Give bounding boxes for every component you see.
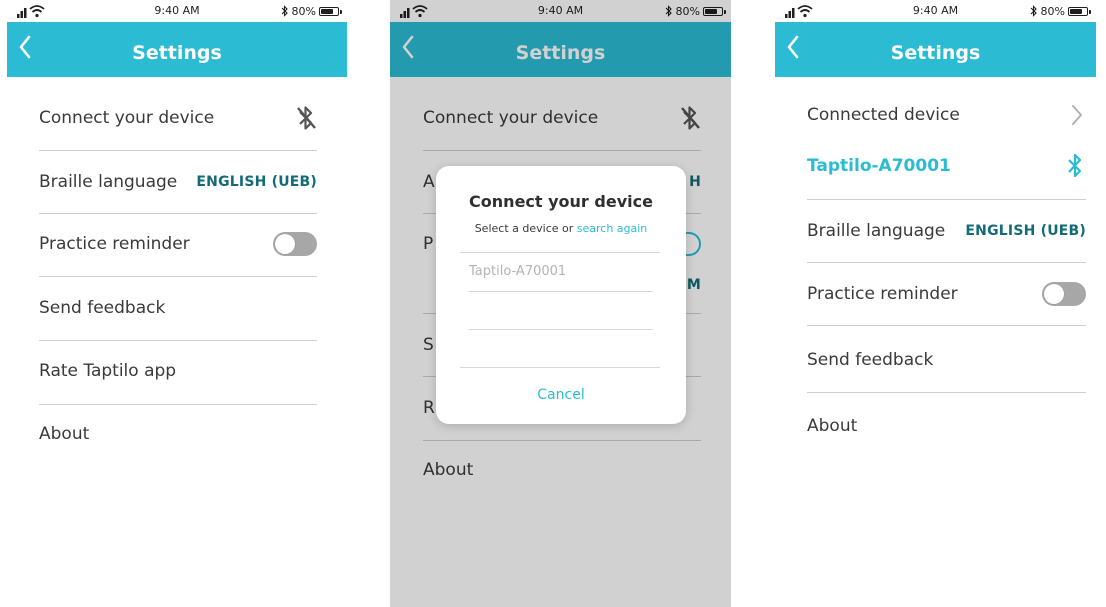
battery-icon — [1068, 6, 1091, 16]
braille-language-value: ENGLISH (UEB) — [965, 223, 1086, 239]
row-label: Braille language — [39, 172, 178, 192]
dialog-subtitle-text: Select a device or — [474, 222, 577, 235]
dialog-subtitle: Select a device or search again — [436, 222, 686, 235]
row-label: Braille language — [807, 221, 946, 241]
status-bar: 9:40 AM 80% — [775, 0, 1096, 22]
row-label: About — [39, 424, 90, 444]
settings-row-practice-reminder: Practice reminder — [39, 229, 317, 259]
settings-screen-connected: 9:40 AM 80% Settings Connected device Ta… — [775, 0, 1096, 607]
device-list-item[interactable]: Taptilo-A70001 — [469, 264, 566, 279]
row-label: Connect your device — [39, 108, 215, 128]
battery-percent: 80% — [291, 4, 316, 18]
header-bar: Settings — [7, 22, 347, 77]
row-label: Send feedback — [807, 350, 934, 370]
settings-screen-modal: 9:40 AM 80% Settings Connect your device… — [390, 0, 731, 607]
settings-row-practice-reminder: Practice reminder — [807, 279, 1086, 309]
row-label: Send feedback — [39, 298, 166, 318]
settings-row-send-feedback[interactable]: Send feedback — [807, 345, 1086, 375]
status-right: 80% — [281, 3, 342, 19]
row-label: Practice reminder — [807, 284, 958, 304]
row-label: Practice reminder — [39, 234, 190, 254]
connected-device-item[interactable]: Taptilo-A70001 — [807, 151, 1084, 181]
practice-reminder-toggle[interactable] — [273, 232, 317, 256]
row-label: About — [807, 416, 858, 436]
braille-language-value: ENGLISH (UEB) — [196, 174, 317, 190]
battery-percent: 80% — [1040, 4, 1065, 18]
settings-row-about[interactable]: About — [39, 419, 317, 449]
settings-row-rate-app[interactable]: Rate Taptilo app — [39, 356, 317, 386]
status-bar: 9:40 AM 80% — [7, 0, 347, 22]
search-again-link[interactable]: search again — [577, 222, 648, 235]
settings-row-connect-device[interactable]: Connect your device — [39, 100, 317, 136]
settings-row-about[interactable]: About — [807, 411, 1086, 441]
page-title: Settings — [132, 42, 222, 64]
practice-reminder-toggle[interactable] — [1042, 282, 1086, 306]
connect-device-dialog: Connect your device Select a device or s… — [436, 166, 686, 424]
settings-row-braille-language[interactable]: Braille language ENGLISH (UEB) — [807, 216, 1086, 246]
battery-icon — [319, 6, 342, 16]
bluetooth-icon — [1068, 153, 1082, 178]
status-right: 80% — [1030, 3, 1091, 19]
settings-row-connected-device[interactable]: Connected device — [807, 100, 1084, 130]
header-bar: Settings — [775, 22, 1096, 77]
row-label: Rate Taptilo app — [39, 361, 177, 381]
bluetooth-status-icon — [1030, 5, 1037, 17]
bluetooth-disabled-icon — [297, 106, 316, 130]
dialog-title: Connect your device — [469, 192, 653, 211]
settings-row-send-feedback[interactable]: Send feedback — [39, 293, 317, 323]
bluetooth-status-icon — [281, 5, 288, 17]
page-title: Settings — [890, 42, 981, 64]
chevron-right-icon — [1072, 105, 1082, 125]
connected-device-name: Taptilo-A70001 — [807, 156, 951, 176]
settings-row-braille-language[interactable]: Braille language ENGLISH (UEB) — [39, 167, 317, 197]
row-label: Connected device — [807, 105, 960, 125]
settings-screen: 9:40 AM 80% Settings Connect your device… — [7, 0, 347, 607]
cancel-button[interactable]: Cancel — [436, 387, 686, 403]
